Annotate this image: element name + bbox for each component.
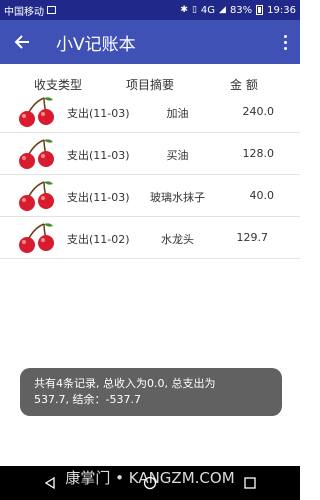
page-title: 小V记账本 xyxy=(56,34,136,55)
record-list: 支出(11-03) 加油 240.0 支出(11-03) 买油 128.0 支出… xyxy=(0,91,300,259)
bluetooth-icon: ✱ xyxy=(180,4,188,15)
carrier-label: 中国移动 xyxy=(4,6,44,18)
table-row[interactable]: 支出(11-02) 水龙头 129.7 xyxy=(0,217,300,259)
vibrate-icon: ▯ xyxy=(191,4,197,15)
square-recents-icon xyxy=(244,477,256,489)
clock: 19:36 xyxy=(267,4,296,16)
nav-home-button[interactable] xyxy=(132,468,168,498)
record-description: 加油 xyxy=(166,107,189,120)
battery-percent: 83% xyxy=(229,4,253,16)
toast-line-2: 537.7, 结余：-537.7 xyxy=(34,393,141,406)
overflow-menu-button[interactable] xyxy=(270,20,300,64)
triangle-back-icon xyxy=(44,476,55,490)
record-description: 水龙头 xyxy=(161,233,194,246)
circle-home-icon xyxy=(143,476,157,490)
table-row[interactable]: 支出(11-03) 加油 240.0 xyxy=(0,91,300,133)
record-description: 玻璃水抹子 xyxy=(150,191,205,204)
image-notification-icon xyxy=(47,6,56,14)
record-amount: 129.7 xyxy=(236,231,269,244)
arrow-left-icon xyxy=(14,35,29,49)
status-bar: 中国移动 ✱ ▯ 4G ◢ 83% 19:36 xyxy=(0,0,300,20)
record-description: 买油 xyxy=(166,149,189,162)
record-amount: 240.0 xyxy=(242,105,275,118)
battery-icon xyxy=(256,5,264,15)
nav-back-button[interactable] xyxy=(32,468,68,498)
cherry-icon xyxy=(19,181,54,211)
toast-line-1: 共有4条记录, 总收入为0.0, 总支出为 xyxy=(34,377,216,390)
table-row[interactable]: 支出(11-03) 玻璃水抹子 40.0 xyxy=(0,175,300,217)
cherry-icon xyxy=(19,139,54,169)
network-label: 4G xyxy=(200,4,216,16)
system-nav-bar xyxy=(0,466,300,500)
summary-toast: 共有4条记录, 总收入为0.0, 总支出为 537.7, 结余：-537.7 xyxy=(20,368,282,416)
app-bar: 小V记账本 xyxy=(0,20,300,64)
cherry-icon xyxy=(19,223,54,253)
table-row[interactable]: 支出(11-03) 买油 128.0 xyxy=(0,133,300,175)
nav-recents-button[interactable] xyxy=(232,468,268,498)
cherry-icon xyxy=(19,97,54,127)
record-amount: 40.0 xyxy=(249,189,275,202)
more-vert-icon xyxy=(283,34,287,50)
signal-icon: ◢ xyxy=(219,4,226,15)
record-amount: 128.0 xyxy=(242,147,275,160)
back-button[interactable] xyxy=(0,20,44,64)
